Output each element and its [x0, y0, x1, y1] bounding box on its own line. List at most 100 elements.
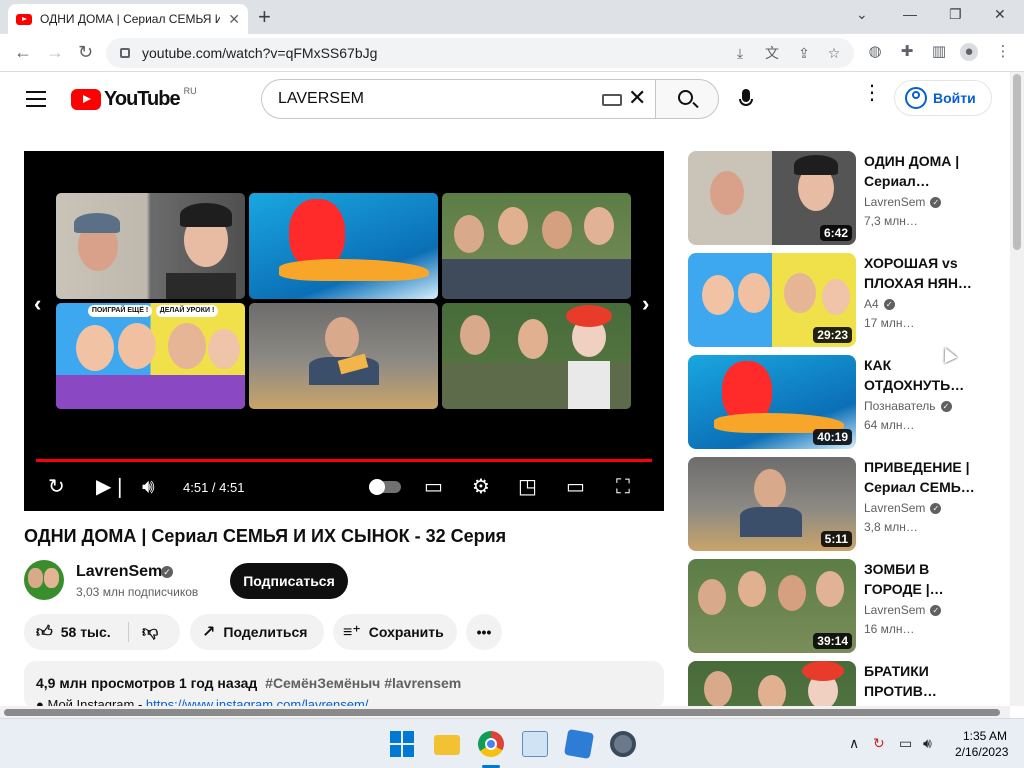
address-url: youtube.com/watch?v=qFMxSS67bJg — [142, 45, 378, 61]
back-icon[interactable]: ← — [14, 42, 32, 62]
channel-name[interactable]: LavrenSem — [76, 563, 162, 581]
vertical-scrollbar[interactable] — [1010, 72, 1024, 706]
endscreen-bubble-right: ДЕЛАЙ УРОКИ ! — [156, 305, 218, 317]
forward-icon[interactable]: → — [46, 42, 64, 62]
side-panel-icon[interactable]: ▥ — [930, 43, 948, 61]
video-player[interactable]: ПОИГРАЙ ЕЩЁ ! ДЕЛАЙ УРОКИ ! ‹ › ↻ ▶❘ 🔊︎ … — [24, 151, 664, 511]
endscreen-video-6[interactable] — [442, 303, 631, 409]
browser-menu-icon[interactable]: ⋮ — [994, 43, 1012, 61]
recommendation-item[interactable]: 5:11 ПРИВЕДЕНИЕ | Сериал СЕМЬ… LavrenSem… — [688, 457, 988, 551]
recommendation-thumbnail[interactable]: 5:11 — [688, 457, 856, 551]
keyboard-icon[interactable] — [602, 94, 622, 106]
recommendation-channel[interactable]: A4 — [864, 297, 879, 311]
minimize-icon[interactable]: — — [903, 6, 917, 22]
translate-icon[interactable]: 文 — [764, 45, 780, 61]
tray-display-icon[interactable]: ▭ — [899, 735, 912, 752]
channel-avatar[interactable] — [24, 560, 64, 600]
recommendation-item[interactable]: БРАТИКИ ПРОТИВ… — [688, 661, 988, 706]
endscreen-video-4[interactable]: ПОИГРАЙ ЕЩЁ ! ДЕЛАЙ УРОКИ ! — [56, 303, 245, 409]
recommendation-channel[interactable]: LavrenSem — [864, 195, 925, 209]
network-app-icon[interactable] — [563, 728, 595, 760]
voice-search-icon[interactable] — [738, 89, 754, 111]
recommendation-item[interactable]: 39:14 ЗОМБИ В ГОРОДЕ |… LavrenSem ✓ 16 мл… — [688, 559, 988, 653]
chrome-icon[interactable] — [478, 731, 504, 757]
verified-check-icon: ✓ — [940, 400, 952, 412]
tab-search-chevron-icon[interactable]: ⌄ — [856, 6, 868, 23]
tray-overflow-chevron-icon[interactable]: ∧ — [849, 735, 859, 752]
progress-bar[interactable] — [36, 459, 652, 462]
endscreen-next-icon[interactable]: › — [642, 291, 649, 317]
taskbar-clock-time[interactable]: 1:35 AM — [963, 729, 1007, 743]
youtube-logo[interactable]: YouTube RU — [71, 86, 197, 111]
profile-icon[interactable]: ● — [960, 43, 978, 61]
recommendation-title[interactable]: ЗОМБИ В ГОРОДЕ |… — [864, 559, 982, 599]
recommendation-title[interactable]: КАК ОТДОХНУТЬ… — [864, 355, 982, 395]
window-close-icon[interactable]: ✕ — [994, 6, 1006, 23]
more-actions-button[interactable]: ••• — [466, 614, 502, 650]
endscreen-prev-icon[interactable]: ‹ — [34, 291, 41, 317]
replay-icon[interactable]: ↻ — [48, 476, 65, 498]
taskbar-clock-date[interactable]: 2/16/2023 — [955, 745, 1008, 759]
windows-start-icon[interactable] — [390, 731, 416, 757]
recommendation-thumbnail[interactable] — [688, 661, 856, 706]
hashtags[interactable]: #СемёнЗемёныч #lavrensem — [265, 675, 461, 691]
browser-tab-youtube[interactable]: ОДНИ ДОМА | Сериал СЕМЬЯ И ✕ — [8, 4, 248, 34]
guide-menu-icon[interactable] — [26, 91, 46, 107]
extensions-puzzle-icon[interactable]: ✚ — [898, 43, 916, 61]
search-button[interactable] — [655, 79, 719, 119]
share-button[interactable]: ↗ Поделиться — [190, 614, 324, 650]
file-explorer-icon[interactable] — [434, 735, 460, 755]
tray-volume-icon[interactable]: 🔊︎ — [923, 735, 932, 752]
tray-update-icon[interactable]: ↻ — [873, 735, 885, 752]
vertical-scrollbar-thumb[interactable] — [1013, 74, 1021, 250]
recommendation-thumbnail[interactable]: 40:19 — [688, 355, 856, 449]
recommendation-thumbnail[interactable]: 29:23 — [688, 253, 856, 347]
sign-in-button[interactable]: Войти — [894, 80, 992, 116]
fullscreen-icon[interactable]: ⛶ — [616, 476, 630, 498]
recommendation-title[interactable]: ХОРОШАЯ vs ПЛОХАЯ НЯН… — [864, 253, 982, 293]
tab-close-icon[interactable]: ✕ — [228, 11, 240, 28]
recommendation-item[interactable]: 40:19 КАК ОТДОХНУТЬ… Познаватель ✓ 64 млн… — [688, 355, 988, 449]
recommendation-thumbnail[interactable]: 6:42 — [688, 151, 856, 245]
autoplay-toggle[interactable] — [369, 479, 401, 495]
settings-app-icon[interactable] — [610, 731, 636, 757]
recommendation-item[interactable]: 6:42 ОДИН ДОМА | Сериал… LavrenSem ✓ 7,3 … — [688, 151, 988, 245]
resource-monitor-icon[interactable] — [522, 731, 548, 757]
miniplayer-icon[interactable]: ◳ — [518, 476, 537, 498]
restore-icon[interactable]: ❐ — [949, 6, 962, 23]
search-input[interactable]: LAVERSEM — [261, 79, 657, 119]
new-tab-icon[interactable]: + — [258, 6, 271, 28]
thumbs-up-icon[interactable]: 👍︎ — [36, 623, 53, 642]
recommendation-item[interactable]: 29:23 ХОРОШАЯ vs ПЛОХАЯ НЯН… A4 ✓ 17 млн… — [688, 253, 988, 347]
install-icon[interactable]: ⤓ — [732, 45, 748, 61]
horizontal-scrollbar-thumb[interactable] — [4, 709, 1000, 716]
endscreen-video-2[interactable] — [249, 193, 438, 299]
extension-globe-icon[interactable]: ◍ — [866, 43, 884, 61]
description-box[interactable]: 4,9 млн просмотров 1 год назад #СемёнЗем… — [24, 661, 664, 709]
next-video-icon[interactable]: ▶❘ — [96, 476, 128, 498]
recommendation-title[interactable]: БРАТИКИ ПРОТИВ… — [864, 661, 982, 701]
bookmark-star-icon[interactable]: ☆ — [826, 45, 842, 61]
recommendation-title[interactable]: ОДИН ДОМА | Сериал… — [864, 151, 982, 191]
subscribe-button[interactable]: Подписаться — [230, 563, 348, 599]
recommendation-channel[interactable]: LavrenSem — [864, 501, 925, 515]
share-icon[interactable]: ⇪ — [796, 45, 812, 61]
save-button[interactable]: ≡⁺ Сохранить — [333, 614, 457, 650]
subtitles-icon[interactable]: ▭ — [424, 476, 443, 498]
theater-mode-icon[interactable]: ▭ — [566, 476, 585, 498]
thumbs-down-icon[interactable]: 👎︎ — [142, 623, 158, 642]
endscreen-video-1[interactable] — [56, 193, 245, 299]
reload-icon[interactable]: ↻ — [78, 42, 93, 62]
volume-icon[interactable]: 🔊︎ — [142, 476, 155, 498]
recommendation-channel[interactable]: Познаватель — [864, 399, 936, 413]
settings-gear-icon[interactable]: ⚙ — [472, 476, 490, 498]
endscreen-video-3[interactable] — [442, 193, 631, 299]
like-count[interactable]: 58 тыс. — [61, 624, 111, 640]
recommendation-title[interactable]: ПРИВЕДЕНИЕ | Сериал СЕМЬ… — [864, 457, 982, 497]
horizontal-scrollbar[interactable] — [0, 706, 1010, 718]
recommendation-thumbnail[interactable]: 39:14 — [688, 559, 856, 653]
settings-more-icon[interactable]: ⋮ — [862, 83, 882, 103]
clear-search-icon[interactable]: ✕ — [628, 87, 646, 109]
recommendation-channel[interactable]: LavrenSem — [864, 603, 925, 617]
endscreen-video-5[interactable] — [249, 303, 438, 409]
